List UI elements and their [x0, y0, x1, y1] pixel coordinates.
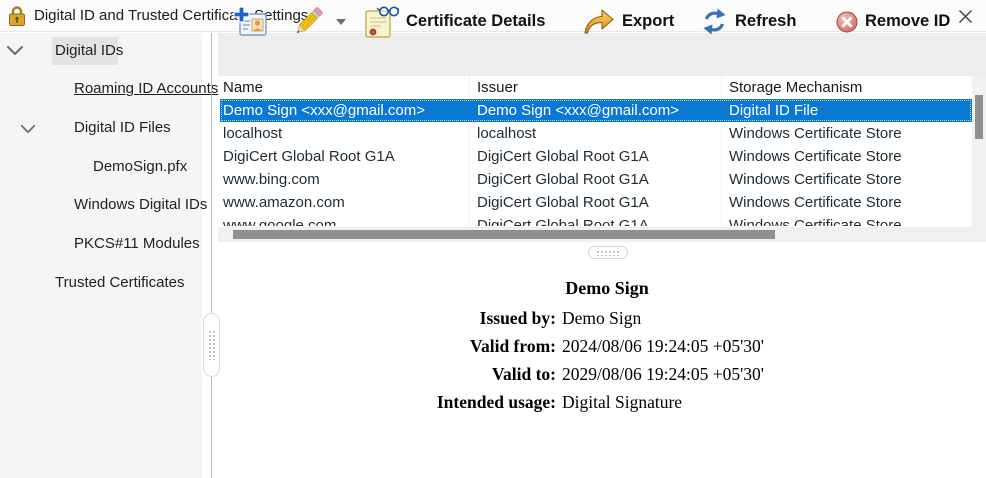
cell-storage: Windows Certificate Store	[722, 214, 972, 226]
digital-id-settings-window: Digital ID and Trusted Certificate Setti…	[0, 0, 986, 478]
vertical-scrollbar[interactable]	[972, 76, 986, 242]
table-row-bing[interactable]: www.bing.com DigiCert Global Root G1A Wi…	[220, 168, 972, 191]
refresh-button[interactable]: Refresh	[701, 0, 796, 43]
certificate-details-panel: Demo Sign Issued by: Demo Sign Valid fro…	[212, 242, 986, 478]
edit-id-button[interactable]	[288, 0, 346, 43]
sidebar-item-windows-digital-ids[interactable]: Windows Digital IDs	[74, 196, 207, 213]
cell-issuer: DigiCert Global Root G1A	[470, 191, 722, 214]
details-splitter-handle[interactable]	[588, 246, 628, 259]
field-value: 2029/08/06 19:24:05 +05'30'	[562, 360, 986, 388]
remove-id-icon	[836, 11, 858, 33]
cell-name: www.bing.com	[220, 168, 470, 191]
close-button[interactable]	[953, 4, 977, 28]
field-valid-from: Valid from: 2024/08/06 19:24:05 +05'30'	[212, 332, 986, 360]
field-value: Demo Sign	[562, 304, 986, 332]
column-header-storage[interactable]: Storage Mechanism	[722, 76, 972, 99]
field-label: Valid from:	[212, 332, 556, 360]
pencil-icon	[288, 2, 328, 42]
splitter-grip	[596, 250, 620, 256]
field-value: 2024/08/06 19:24:05 +05'30'	[562, 332, 986, 360]
sidebar-splitter-handle[interactable]	[203, 313, 220, 377]
field-intended-usage: Intended usage: Digital Signature	[212, 388, 986, 416]
sidebar-tree	[0, 33, 202, 478]
remove-id-button[interactable]: Remove ID	[836, 0, 950, 43]
chevron-down-icon[interactable]	[20, 124, 36, 134]
table-row-digicert[interactable]: DigiCert Global Root G1A DigiCert Global…	[220, 145, 972, 168]
field-valid-to: Valid to: 2029/08/06 19:24:05 +05'30'	[212, 360, 986, 388]
certificate-details-icon	[363, 5, 399, 39]
cell-name: DigiCert Global Root G1A	[220, 145, 470, 168]
cell-storage: Windows Certificate Store	[722, 191, 972, 214]
cell-issuer: DigiCert Global Root G1A	[470, 168, 722, 191]
lock-icon	[7, 5, 27, 27]
cell-storage: Windows Certificate Store	[722, 168, 972, 191]
sidebar-item-pkcs11-modules[interactable]: PKCS#11 Modules and	[74, 235, 203, 252]
sidebar-item-roaming-id-accounts[interactable]: Roaming ID Accounts	[74, 80, 218, 97]
cell-storage: Windows Certificate Store	[722, 145, 972, 168]
cell-issuer: DigiCert Global Root G1A	[470, 214, 722, 226]
certificate-details-label: Certificate Details	[406, 12, 545, 31]
table-header-row: Name Issuer Storage Mechanism	[220, 76, 972, 99]
field-label: Issued by:	[212, 304, 556, 332]
window-title: Digital ID and Trusted Certificate Setti…	[34, 7, 308, 24]
table-row-localhost[interactable]: localhost localhost Windows Certificate …	[220, 122, 972, 145]
field-label: Intended usage:	[212, 388, 556, 416]
table-row-demo-sign[interactable]: Demo Sign <xxx@gmail.com> Demo Sign <xxx…	[220, 99, 972, 122]
export-arrow-icon	[583, 8, 615, 35]
horizontal-scrollbar[interactable]	[218, 227, 986, 242]
column-header-issuer[interactable]: Issuer	[470, 76, 722, 99]
cell-storage: Windows Certificate Store	[722, 122, 972, 145]
close-icon	[958, 9, 973, 24]
horizontal-scrollbar-thumb[interactable]	[233, 230, 775, 239]
sidebar-item-digital-ids[interactable]: Digital IDs	[55, 42, 123, 59]
refresh-label: Refresh	[735, 12, 796, 31]
export-button[interactable]: Export	[583, 0, 674, 43]
cell-name: www.amazon.com	[220, 191, 470, 214]
chevron-down-icon[interactable]	[6, 45, 24, 56]
table-row-amazon[interactable]: www.amazon.com DigiCert Global Root G1A …	[220, 191, 972, 214]
sidebar-item-digital-id-files[interactable]: Digital ID Files	[74, 119, 171, 136]
add-id-icon	[233, 6, 267, 38]
refresh-icon	[701, 8, 728, 35]
cell-issuer: Demo Sign <xxx@gmail.com>	[470, 99, 722, 122]
certificate-title: Demo Sign	[212, 278, 986, 299]
add-id-button[interactable]	[233, 0, 267, 43]
certificate-fields: Issued by: Demo Sign Valid from: 2024/08…	[212, 304, 986, 416]
cell-storage: Digital ID File	[722, 99, 972, 122]
splitter-grip	[208, 330, 215, 360]
cell-name: Demo Sign <xxx@gmail.com>	[220, 99, 470, 122]
certificate-table: Name Issuer Storage Mechanism Demo Sign …	[220, 76, 972, 226]
remove-id-label: Remove ID	[865, 12, 950, 31]
vertical-scrollbar-thumb[interactable]	[975, 95, 983, 139]
cell-issuer: localhost	[470, 122, 722, 145]
column-header-name[interactable]: Name	[220, 76, 470, 99]
sidebar-item-demosign-pfx[interactable]: DemoSign.pfx	[93, 158, 187, 175]
sidebar-item-trusted-certificates[interactable]: Trusted Certificates	[55, 274, 185, 291]
field-label: Valid to:	[212, 360, 556, 388]
cell-name: localhost	[220, 122, 470, 145]
edit-dropdown-arrow[interactable]	[336, 19, 346, 25]
field-value: Digital Signature	[562, 388, 986, 416]
cell-issuer: DigiCert Global Root G1A	[470, 145, 722, 168]
certificate-details-button[interactable]: Certificate Details	[363, 0, 545, 43]
export-label: Export	[622, 12, 674, 31]
table-row-clipped[interactable]: www.google.com DigiCert Global Root G1A …	[220, 214, 972, 226]
field-issued-by: Issued by: Demo Sign	[212, 304, 986, 332]
cell-name: www.google.com	[220, 214, 470, 226]
